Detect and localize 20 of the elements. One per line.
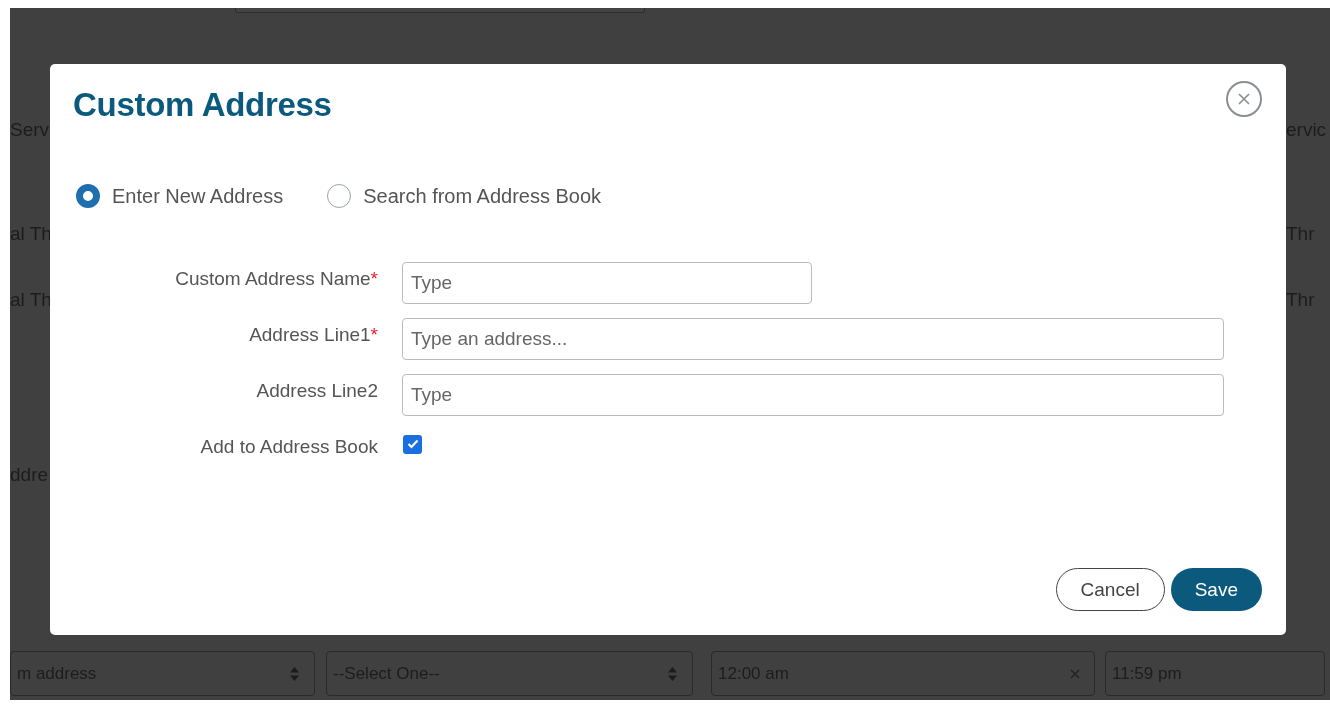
field-label: Add to Address Book	[199, 435, 378, 458]
sort-caret-icon	[289, 665, 300, 682]
close-icon	[1238, 93, 1250, 105]
field-label: Custom Address Name*	[174, 267, 378, 290]
input-field[interactable]: Type	[402, 262, 812, 304]
radio-button[interactable]	[327, 184, 352, 208]
close-button[interactable]	[1226, 81, 1262, 117]
input-field[interactable]: Type	[402, 374, 1224, 416]
field-label: Address Line2	[255, 379, 378, 402]
cancel-button[interactable]: Cancel	[1055, 568, 1165, 611]
radio-label[interactable]: Enter New Address	[112, 184, 284, 208]
field-label: Address Line1*	[248, 323, 378, 346]
radio-button[interactable]	[76, 184, 100, 208]
dialog-title: Custom Address	[73, 86, 332, 124]
checkmark-icon	[406, 439, 419, 449]
input-field[interactable]: Type an address...	[402, 318, 1224, 360]
save-button[interactable]: Save	[1170, 568, 1262, 611]
checkbox[interactable]	[403, 434, 422, 454]
sort-caret-icon	[667, 665, 678, 682]
radio-label[interactable]: Search from Address Book	[363, 184, 602, 208]
